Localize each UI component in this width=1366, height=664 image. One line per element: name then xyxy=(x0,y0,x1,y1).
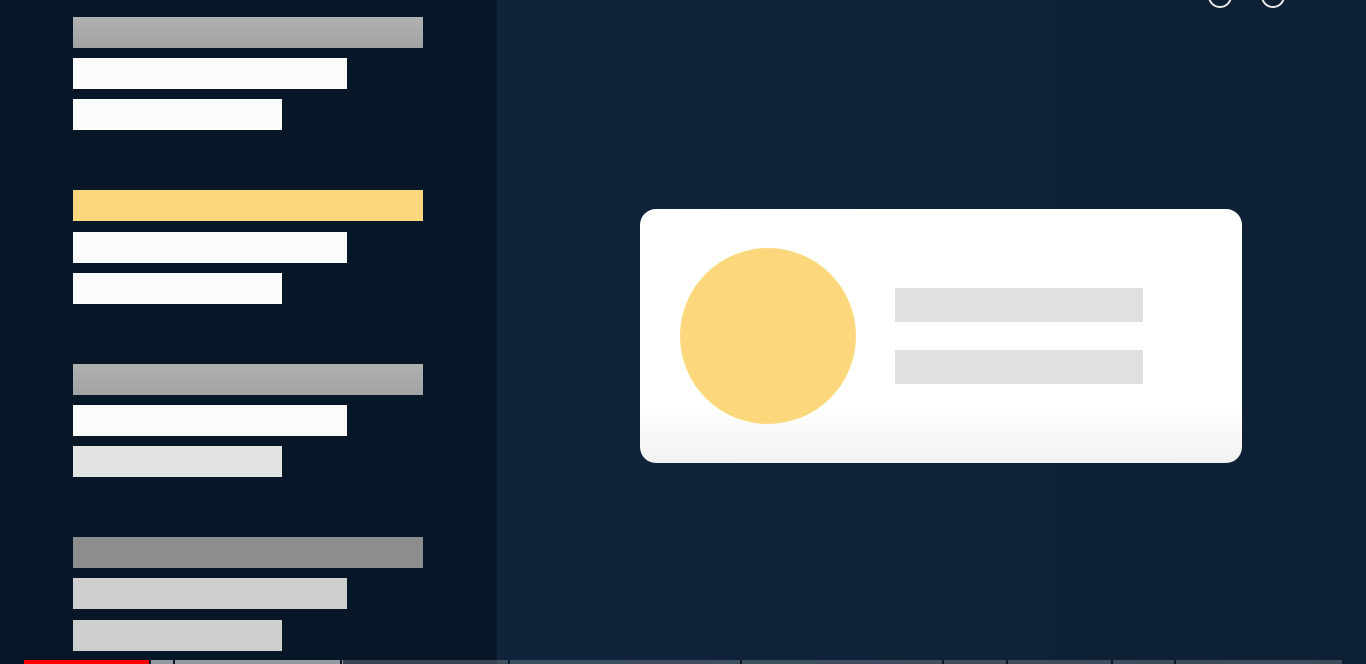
card-text-line xyxy=(895,350,1143,384)
list-item-header xyxy=(73,17,423,48)
avatar xyxy=(680,248,856,424)
list-item-line xyxy=(73,620,282,651)
list-item-header-highlighted xyxy=(73,190,423,221)
list-item-line xyxy=(73,99,282,130)
list-item-line xyxy=(73,446,282,477)
card-text-line xyxy=(895,288,1143,322)
video-player[interactable] xyxy=(0,0,1366,664)
list-panel xyxy=(0,0,497,664)
list-item-header xyxy=(73,364,423,395)
list-item-line xyxy=(73,578,347,609)
played-progress xyxy=(24,660,149,664)
chapter-marker xyxy=(1006,660,1008,664)
chapter-marker xyxy=(942,660,944,664)
chapter-marker xyxy=(149,660,151,664)
chapter-marker xyxy=(740,660,742,664)
list-item-line xyxy=(73,273,282,304)
info-circle-icon[interactable] xyxy=(1261,0,1285,8)
chapter-marker xyxy=(173,660,175,664)
list-item-line xyxy=(73,58,347,89)
list-item-header xyxy=(73,537,423,568)
list-item-line xyxy=(73,405,347,436)
profile-card xyxy=(640,209,1242,463)
chapter-marker xyxy=(340,660,342,664)
list-item-line xyxy=(73,232,347,263)
chapter-marker xyxy=(1174,660,1176,664)
chapter-marker xyxy=(508,660,510,664)
chapter-marker xyxy=(1111,660,1113,664)
settings-circle-icon[interactable] xyxy=(1208,0,1232,8)
video-progress-bar[interactable] xyxy=(24,660,1342,664)
